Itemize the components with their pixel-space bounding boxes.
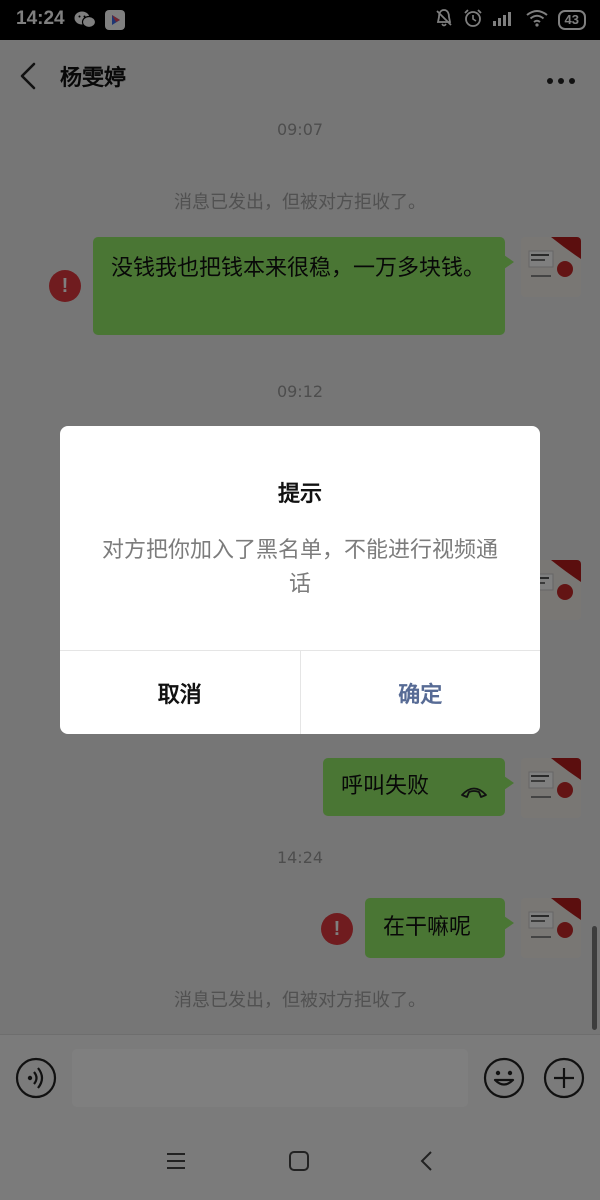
confirm-button[interactable]: 确定 [301, 651, 541, 734]
dialog-message: 对方把你加入了黑名单，不能进行视频通话 [101, 538, 498, 597]
dialog-title: 提示 [277, 482, 322, 507]
dialog-buttons: 取消 确定 [60, 650, 540, 734]
cancel-button[interactable]: 取消 [60, 651, 301, 734]
alert-dialog: 提示 对方把你加入了黑名单，不能进行视频通话 取消 确定 [60, 426, 540, 734]
